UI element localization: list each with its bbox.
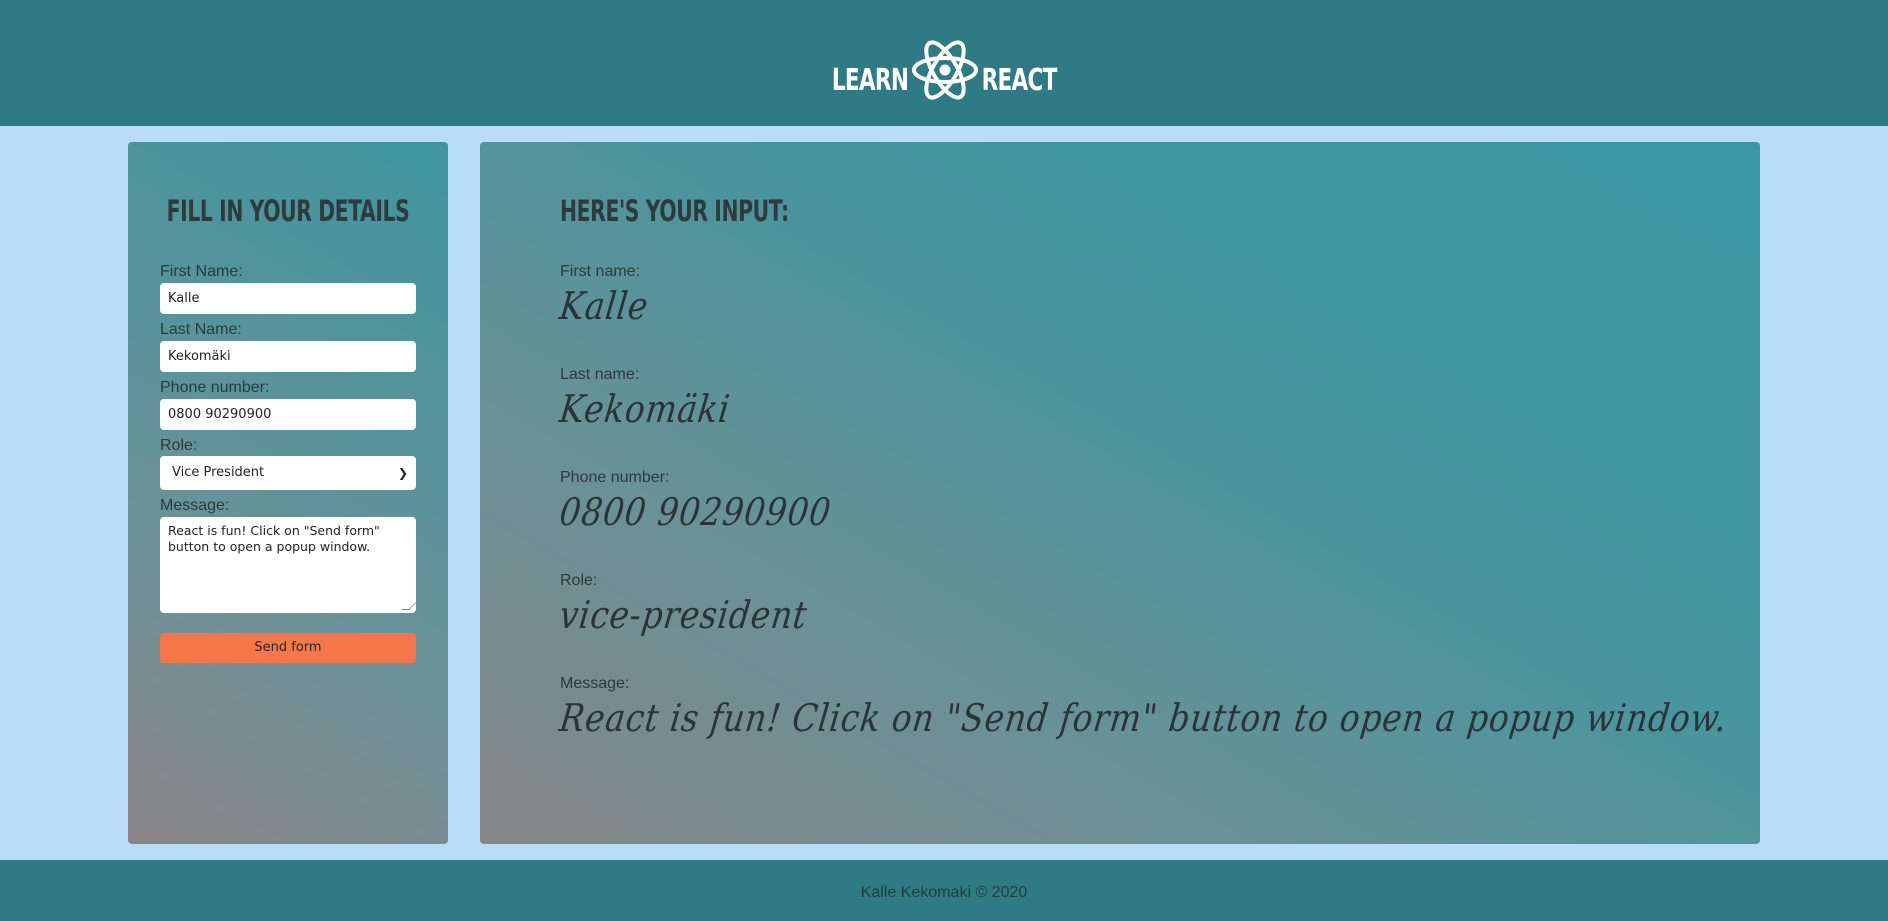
preview-phone-value: 0800 90290900 [557,490,834,534]
logo-text-react: REACT [981,62,1057,98]
preview-last-name-label: Last name: [560,366,640,383]
preview-first-name-value: Kalle [557,284,652,328]
input-preview: HERE'S YOUR INPUT: First name: Kalle Las… [480,142,1760,844]
resize-handle-icon[interactable] [401,602,417,610]
phone-label: Phone number: [160,379,270,396]
details-form: FILL IN YOUR DETAILS First Name: Kalle L… [128,142,448,844]
first-name-label: First Name: [160,263,243,280]
preview-role-label: Role: [560,572,598,589]
preview-role-value: vice-president [557,593,810,637]
preview-last-name-value: Kekomäki [557,387,733,431]
preview-title: HERE'S YOUR INPUT: [560,194,789,228]
preview-message-label: Message: [560,675,630,692]
logo-text-learn: LEARN [831,62,909,98]
chevron-down-icon: ❯ [397,466,408,480]
last-name-input[interactable]: Kekomäki [160,341,416,372]
message-textarea[interactable]: React is fun! Click on "Send form" butto… [160,517,417,613]
first-name-input[interactable]: Kalle [160,283,416,314]
preview-message-value: React is fun! Click on "Send form" butto… [557,696,1730,740]
send-form-button[interactable]: Send form [160,633,416,663]
site-header: LEARN REACT [0,0,1888,126]
site-footer: Kalle Kekomaki © 2020 [0,860,1888,921]
message-textarea-value: React is fun! Click on "Send form" butto… [168,523,380,554]
role-select-value: Vice President [172,465,265,480]
role-select[interactable]: Vice President ❯ [160,456,416,490]
logo[interactable]: LEARN REACT [817,38,1071,102]
form-title: FILL IN YOUR DETAILS [166,194,410,228]
role-label: Role: [160,437,198,454]
last-name-label: Last Name: [160,321,242,338]
react-atom-icon [911,40,978,100]
preview-phone-label: Phone number: [560,469,670,486]
preview-first-name-label: First name: [560,263,641,280]
message-label: Message: [160,497,230,514]
footer-text: Kalle Kekomaki © 2020 [860,884,1028,901]
phone-input[interactable]: 0800 90290900 [160,399,416,430]
